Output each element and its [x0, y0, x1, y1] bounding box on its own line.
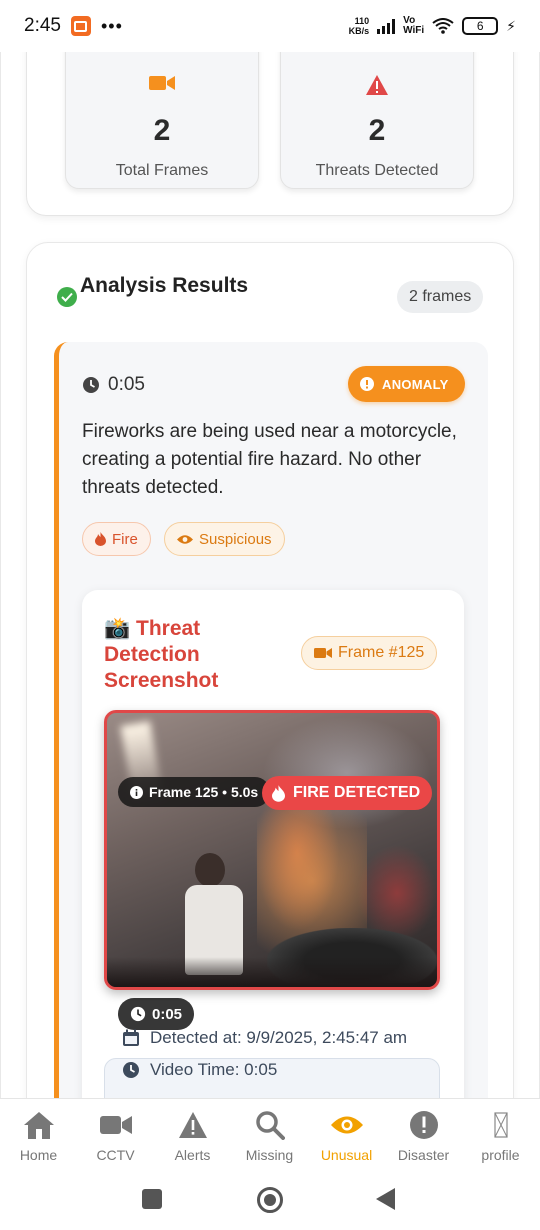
more-notifications-icon: •••: [100, 15, 123, 36]
home-button[interactable]: [257, 1187, 283, 1213]
home-icon: [23, 1109, 55, 1141]
photo-time-label: 0:05: [118, 998, 195, 1030]
wifi-icon: [432, 18, 454, 34]
eye-icon: [330, 1109, 364, 1141]
fire-tag: Fire: [82, 522, 151, 556]
threat-screenshot-image[interactable]: [104, 710, 440, 990]
warning-icon: [281, 74, 473, 96]
check-circle-icon: [57, 287, 77, 307]
total-frames-stat: 2 Total Frames: [65, 52, 259, 189]
nav-disaster[interactable]: Disaster: [385, 1099, 462, 1168]
video-time-row: Video Time: 0:05: [122, 1060, 277, 1080]
back-button[interactable]: [376, 1188, 395, 1210]
charging-icon: ⚡: [506, 17, 516, 34]
threats-detected-value: 2: [368, 114, 386, 147]
stats-card: 2 Total Frames 2 Threats Detected: [26, 52, 514, 216]
status-icons: 110 KB/s Vo WiFi 6 ⚡: [348, 15, 516, 37]
nav-profile[interactable]: profile: [462, 1099, 539, 1168]
camera-app-notification-icon: [70, 16, 91, 36]
flame-icon: [272, 784, 285, 802]
info-icon: [130, 785, 143, 799]
video-camera-icon: [99, 1109, 132, 1141]
nav-alerts[interactable]: Alerts: [154, 1099, 231, 1168]
vowifi-indicator: Vo WiFi: [403, 15, 425, 36]
system-navigation-bar: [0, 1168, 540, 1230]
alert-circle-icon: [409, 1109, 439, 1141]
frame-timestamp: 0:05: [82, 374, 145, 396]
video-camera-icon: [314, 648, 332, 658]
warning-icon: [178, 1109, 208, 1141]
alert-circle-icon: [360, 377, 374, 391]
main-content[interactable]: 2 Total Frames 2 Threats Detected Analys…: [0, 52, 540, 1098]
threats-detected-stat: 2 Threats Detected: [280, 52, 474, 189]
total-frames-label: Total Frames: [115, 162, 209, 179]
bottom-nav: Home CCTV Alerts Missing Unusual Disaste…: [0, 1098, 540, 1168]
page-left-edge: [0, 52, 1, 1098]
nav-cctv[interactable]: CCTV: [77, 1099, 154, 1168]
signal-icon: [377, 18, 396, 34]
clock-icon: [123, 1062, 139, 1078]
camera-emoji-icon: 📸: [104, 617, 131, 640]
analysis-results-title: Analysis Results: [80, 274, 249, 297]
battery-icon: 6: [462, 17, 499, 35]
suspicious-tag: Suspicious: [164, 522, 285, 556]
fire-detected-badge: FIRE DETECTED: [262, 776, 433, 810]
clock: 2:45: [24, 15, 61, 36]
video-camera-icon: [66, 74, 258, 92]
clock-icon: [83, 377, 99, 393]
flame-icon: [95, 532, 106, 546]
search-icon: [255, 1109, 285, 1141]
nav-unusual[interactable]: Unusual: [308, 1099, 385, 1168]
frame-number-badge: Frame #125: [301, 636, 438, 670]
broken-image-icon: [493, 1109, 508, 1141]
recent-apps-button[interactable]: [142, 1189, 162, 1209]
calendar-icon: [123, 1029, 139, 1046]
frame-info-label: Frame 125 • 5.0s: [118, 777, 271, 807]
network-speed: 110 KB/s: [348, 16, 370, 36]
frames-count-badge: 2 frames: [397, 281, 484, 313]
clock-icon: [130, 1006, 146, 1022]
anomaly-badge: ANOMALY: [348, 366, 465, 402]
nav-home[interactable]: Home: [0, 1099, 77, 1168]
threat-screenshot-title: 📸 Threat Detection Screenshot: [104, 617, 219, 692]
nav-missing[interactable]: Missing: [231, 1099, 308, 1168]
detected-at-row: Detected at: 9/9/2025, 2:45:47 am: [122, 1028, 407, 1048]
eye-icon: [177, 534, 193, 544]
threats-detected-label: Threats Detected: [315, 162, 439, 179]
total-frames-value: 2: [153, 114, 171, 147]
status-bar: 2:45 ••• 110 KB/s Vo WiFi 6 ⚡: [0, 0, 540, 52]
frame-description: Fireworks are being used near a motorcyc…: [82, 421, 457, 498]
